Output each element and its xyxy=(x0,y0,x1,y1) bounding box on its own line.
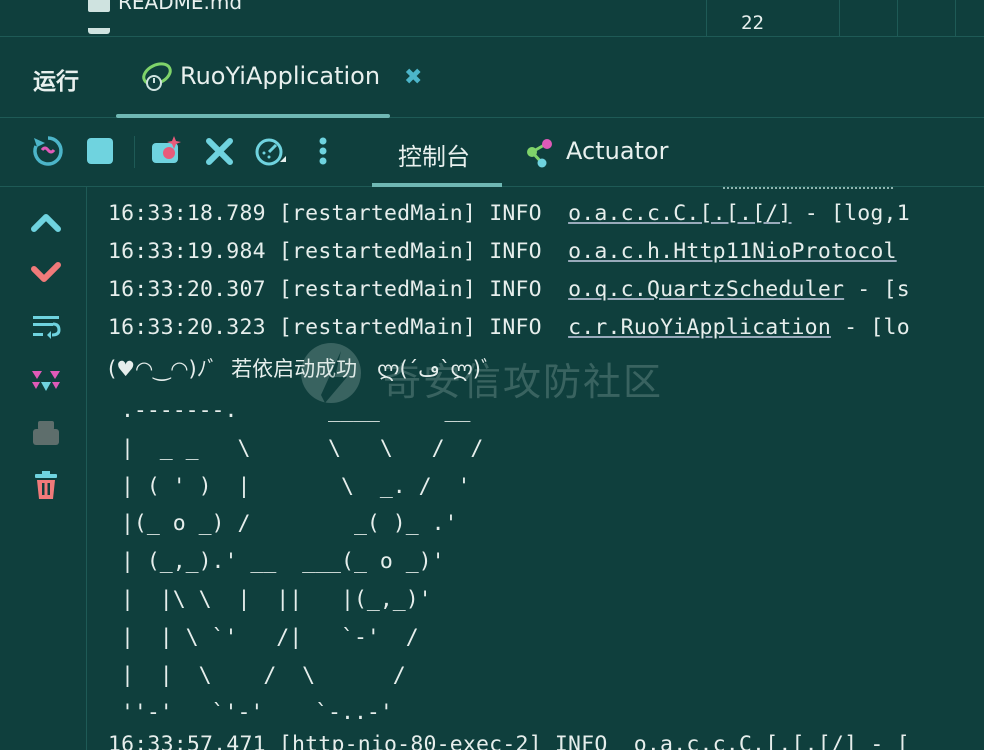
startup-message: (♥◠‿◠)ﾉﾞ 若依启动成功 ლ(´ڡ`ლ)ﾞ xyxy=(108,357,492,381)
print-icon[interactable] xyxy=(30,417,62,449)
close-icon[interactable] xyxy=(203,134,237,168)
rerun-icon[interactable] xyxy=(31,134,65,168)
ascii-banner: .-------. ____ __ | _ _ \ \ \ / / | ( ' … xyxy=(120,398,484,726)
log-line: 16:33:19.984 [restartedMain] INFO o.a.c.… xyxy=(108,239,910,264)
log-level: INFO xyxy=(489,201,542,226)
tab-actuator-label: Actuator xyxy=(566,137,669,165)
log-logger-link[interactable]: o.a.c.c.C.[.[.[/] xyxy=(568,201,791,226)
line-number-gutter: 22 xyxy=(706,0,984,36)
log-line-last: 16:33:57.471 [http-nio-80-exec-2] INFO o… xyxy=(108,732,910,750)
editor-strip: README.md 22 xyxy=(0,0,984,37)
log-thread: [restartedMain] xyxy=(278,277,477,302)
screenshot-icon[interactable] xyxy=(150,134,184,168)
stop-icon[interactable] xyxy=(84,134,118,168)
file-icon xyxy=(88,28,110,34)
log-time: 16:33:18.789 xyxy=(108,201,266,226)
log-level: INFO xyxy=(489,239,542,264)
log-time: 16:33:19.984 xyxy=(108,239,266,264)
editor-file-name: README.md xyxy=(118,0,243,14)
log-message xyxy=(897,239,910,264)
gutter-divider xyxy=(955,0,956,36)
console-output[interactable]: 16:33:18.789 [restartedMain] INFO o.a.c.… xyxy=(87,187,984,750)
soft-wrap-icon[interactable] xyxy=(30,311,62,343)
log-line: 16:33:20.323 [restartedMain] INFO c.r.Ru… xyxy=(108,315,910,340)
run-toolbar: 控制台 Actuator xyxy=(0,118,984,187)
log-time: 16:33:20.323 xyxy=(108,315,266,340)
tab-close-icon[interactable]: ✖ xyxy=(404,65,422,90)
log-line: 16:33:18.789 [restartedMain] INFO o.a.c.… xyxy=(108,201,910,226)
more-icon[interactable] xyxy=(306,134,340,168)
log-logger-link[interactable]: o.q.c.QuartzScheduler xyxy=(568,277,844,302)
markdown-file-icon xyxy=(88,0,110,12)
toolbar-divider xyxy=(134,136,135,168)
log-logger-link[interactable]: c.r.RuoYiApplication xyxy=(568,315,831,340)
scroll-up-icon[interactable] xyxy=(30,207,62,239)
editor-file-tab[interactable]: README.md xyxy=(88,0,242,14)
scroll-down-icon[interactable] xyxy=(30,257,62,289)
run-tab-label: RuoYiApplication xyxy=(180,62,381,90)
line-number: 22 xyxy=(741,12,764,34)
log-level: INFO xyxy=(489,277,542,302)
tab-console-label: 控制台 xyxy=(398,143,470,171)
log-level: INFO xyxy=(489,315,542,340)
gutter-divider xyxy=(839,0,840,36)
run-tab-ruoyi[interactable]: RuoYiApplication xyxy=(116,37,390,118)
tab-console[interactable]: 控制台 xyxy=(372,118,502,187)
gutter-divider xyxy=(897,0,898,36)
filter-icon[interactable] xyxy=(30,365,62,397)
log-thread: [restartedMain] xyxy=(278,315,477,340)
run-tool-window-header: 运行 RuoYiApplication ✖ xyxy=(0,37,984,118)
profiler-icon[interactable] xyxy=(254,134,288,168)
log-message: - [lo xyxy=(830,315,910,340)
log-thread: [restartedMain] xyxy=(278,239,477,264)
trash-icon[interactable] xyxy=(30,469,62,501)
log-line: 16:33:20.307 [restartedMain] INFO o.q.c.… xyxy=(108,277,910,302)
console-side-toolbar xyxy=(0,187,87,750)
log-time: 16:33:20.307 xyxy=(108,277,266,302)
underline-remnant xyxy=(723,187,893,191)
spring-boot-run-icon xyxy=(142,62,172,91)
actuator-icon xyxy=(527,139,552,168)
log-message: - [log,1 xyxy=(791,201,910,226)
log-thread: [restartedMain] xyxy=(278,201,477,226)
log-logger-link[interactable]: o.a.c.h.Http11NioProtocol xyxy=(568,239,897,264)
log-message: - [s xyxy=(844,277,910,302)
run-panel-title: 运行 xyxy=(33,69,79,95)
